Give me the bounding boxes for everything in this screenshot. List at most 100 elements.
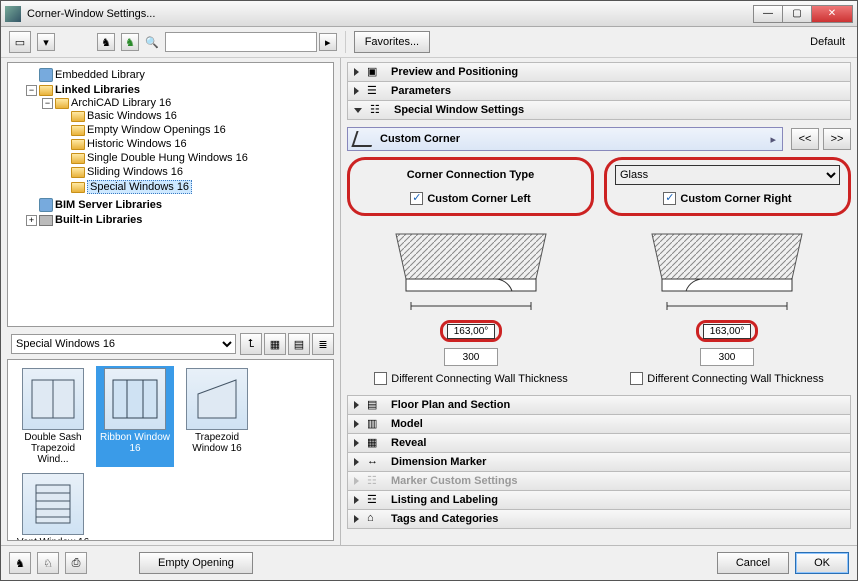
section-icon: ▦ (367, 436, 383, 450)
view-large-icons-button[interactable]: ▦ (264, 333, 286, 355)
tree-item[interactable]: Empty Window Openings 16 (87, 124, 226, 136)
section-title: Listing and Labeling (391, 494, 498, 506)
section-tags-categories[interactable]: ⌂Tags and Categories (347, 509, 851, 529)
empty-opening-label: Empty Opening (158, 557, 234, 569)
section-listing-labeling[interactable]: ☲Listing and Labeling (347, 490, 851, 510)
triangle-right-icon (354, 458, 359, 466)
collapse-icon[interactable]: − (26, 85, 37, 96)
custom-corner-left-group: Corner Connection Type ✓ Custom Corner L… (347, 157, 594, 216)
dimension-left-field[interactable] (444, 348, 498, 366)
section-model[interactable]: ▥Model (347, 414, 851, 434)
footer-icon-2[interactable]: ♘ (37, 552, 59, 574)
expand-icon[interactable]: + (26, 215, 37, 226)
section-title: Reveal (391, 437, 426, 449)
angle-left-field[interactable]: 163,00° (447, 324, 496, 339)
triangle-right-icon (354, 401, 359, 409)
section-preview-positioning[interactable]: ▣Preview and Positioning (347, 62, 851, 82)
tree-item[interactable]: Basic Windows 16 (87, 110, 177, 122)
thumbnail-label: Double Sash Trapezoid Wind... (16, 432, 90, 465)
custom-corner-tab[interactable]: Custom Corner ▸ (347, 127, 783, 151)
section-floor-plan[interactable]: ▤Floor Plan and Section (347, 395, 851, 415)
corner-icon (351, 131, 376, 147)
tree-item[interactable]: Embedded Library (55, 69, 145, 81)
tree-item[interactable]: Sliding Windows 16 (87, 166, 183, 178)
custom-corner-right-checkbox[interactable]: ✓ (663, 192, 676, 205)
section-marker-custom-settings: ☷Marker Custom Settings (347, 471, 851, 491)
folder-icon (71, 182, 85, 193)
favorites-button[interactable]: Favorites... (354, 31, 430, 53)
triangle-right-icon (354, 87, 359, 95)
thumbnail-item[interactable]: Vent Window 16 (14, 471, 92, 541)
section-icon: ▣ (367, 65, 383, 79)
layout-dropdown-icon[interactable]: ▾ (37, 33, 55, 51)
ok-label: OK (814, 557, 830, 569)
thumbnail-item[interactable]: Double Sash Trapezoid Wind... (14, 366, 92, 467)
next-label: >> (831, 133, 844, 145)
collapse-icon[interactable]: − (42, 98, 53, 109)
angle-right-field[interactable]: 163,00° (703, 324, 752, 339)
footer-icon-3[interactable]: ⎙ (65, 552, 87, 574)
maximize-button[interactable]: ▢ (782, 5, 812, 23)
layout-toggle-button[interactable]: ▭ (9, 31, 31, 53)
footer-icon-1[interactable]: ♞ (9, 552, 31, 574)
section-title: Parameters (391, 85, 451, 97)
favorites-label: Favorites... (365, 36, 419, 48)
section-parameters[interactable]: ☰ Parameters (347, 81, 851, 101)
glass-select[interactable]: Glass (615, 165, 840, 185)
prev-label: << (799, 133, 812, 145)
breadcrumb-select[interactable]: Special Windows 16 (11, 334, 236, 354)
folder-icon (71, 153, 85, 164)
empty-opening-button[interactable]: Empty Opening (139, 552, 253, 574)
up-folder-button[interactable]: ⮤ (240, 333, 262, 355)
window-title: Corner-Window Settings... (27, 8, 754, 20)
minimize-button[interactable]: — (753, 5, 783, 23)
thumbnail-item[interactable]: Trapezoid Window 16 (178, 366, 256, 467)
section-icon: ☰ (367, 84, 383, 98)
folder-icon (71, 167, 85, 178)
triangle-right-icon (354, 439, 359, 447)
tree-item[interactable]: BIM Server Libraries (55, 199, 162, 211)
diff-wall-left-label: Different Connecting Wall Thickness (391, 373, 568, 385)
diff-wall-left-checkbox[interactable]: ✓ (374, 372, 387, 385)
thumbnail-item-selected[interactable]: Ribbon Window 16 (96, 366, 174, 467)
ok-button[interactable]: OK (795, 552, 849, 574)
custom-corner-right-group: Glass ✓ Custom Corner Right (604, 157, 851, 216)
tree-item[interactable]: Single Double Hung Windows 16 (87, 152, 248, 164)
library-tree[interactable]: Embedded Library −Linked Libraries −Arch… (7, 62, 334, 327)
dimension-right-field[interactable] (700, 348, 754, 366)
tree-item[interactable]: Built-in Libraries (55, 214, 142, 226)
tab-menu-icon[interactable]: ▸ (770, 133, 776, 146)
folder-icon (71, 139, 85, 150)
diff-wall-right-label: Different Connecting Wall Thickness (647, 373, 824, 385)
tree-item-selected[interactable]: Special Windows 16 (87, 180, 192, 194)
section-special-window-settings[interactable]: ☷Special Window Settings (347, 100, 851, 120)
triangle-right-icon (354, 420, 359, 428)
server-icon (39, 198, 53, 212)
view-list-button[interactable]: ≣ (312, 333, 334, 355)
prev-button[interactable]: << (791, 128, 819, 150)
triangle-down-icon (354, 108, 362, 113)
tree-item[interactable]: ArchiCAD Library 16 (71, 97, 171, 109)
search-input[interactable] (165, 32, 317, 52)
window-preview-icon (186, 368, 248, 430)
tree-item[interactable]: Linked Libraries (55, 84, 140, 96)
diff-wall-right-checkbox[interactable]: ✓ (630, 372, 643, 385)
cancel-button[interactable]: Cancel (717, 552, 789, 574)
section-title: Tags and Categories (391, 513, 498, 525)
view-small-icons-button[interactable]: ▤ (288, 333, 310, 355)
folder-icon (71, 111, 85, 122)
custom-corner-left-checkbox[interactable]: ✓ (410, 192, 423, 205)
section-title: Dimension Marker (391, 456, 486, 468)
tree-item[interactable]: Historic Windows 16 (87, 138, 187, 150)
section-icon: ▥ (367, 417, 383, 431)
section-dimension-marker[interactable]: ↔Dimension Marker (347, 452, 851, 472)
chair-icon[interactable]: ♞ (97, 33, 115, 51)
next-button[interactable]: >> (823, 128, 851, 150)
chair-green-icon[interactable]: ♞ (121, 33, 139, 51)
search-go-icon[interactable]: ▸ (319, 33, 337, 51)
close-button[interactable]: ✕ (811, 5, 853, 23)
default-label: Default (810, 36, 849, 48)
angle-highlight-right: 163,00° (696, 320, 759, 342)
triangle-right-icon (354, 477, 359, 485)
section-reveal[interactable]: ▦ Reveal (347, 433, 851, 453)
